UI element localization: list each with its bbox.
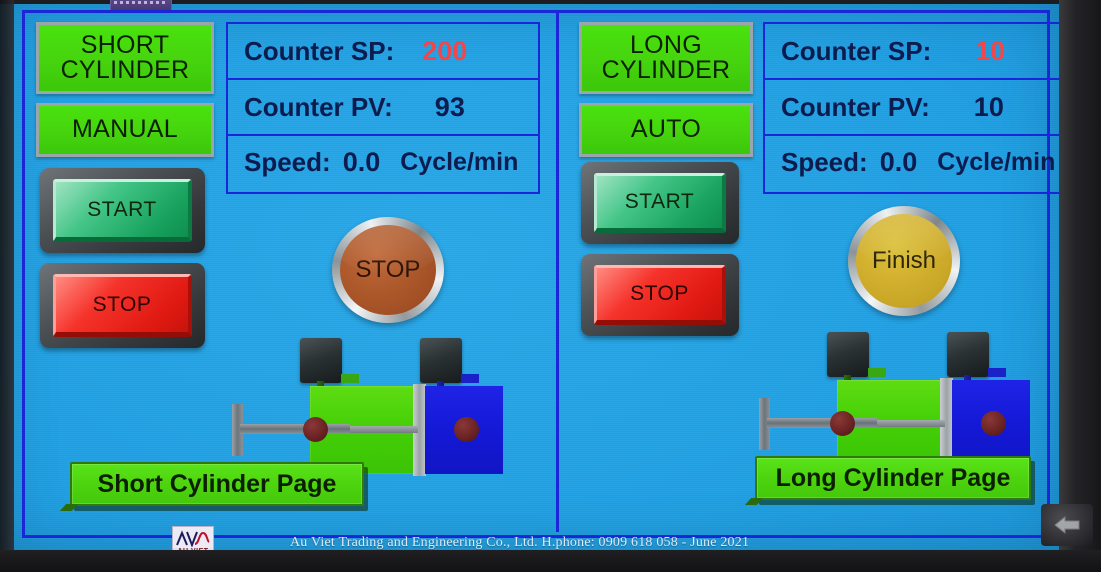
short-speed-label: Speed: — [244, 146, 331, 177]
short-status-lamp-label: STOP — [355, 256, 421, 283]
short-cylinder-page-button[interactable]: Short Cylinder Page — [70, 462, 364, 506]
long-cylinder-page-button[interactable]: Long Cylinder Page — [755, 456, 1031, 500]
short-cylinder-data-box: Counter SP: 200 Counter PV: 93 Speed: 0.… — [226, 22, 540, 194]
long-status-lamp-face: Finish — [856, 214, 952, 308]
long-stop-button-cap: STOP — [594, 265, 726, 325]
long-cylinder-data-box: Counter SP: 10 Counter PV: 10 Speed: 0.0… — [763, 22, 1067, 194]
long-cylinder-sensor-a-icon — [830, 411, 855, 436]
short-cylinder-mode-label: MANUAL — [72, 115, 178, 144]
short-counter-pv-label: Counter PV: — [244, 91, 393, 122]
long-cylinder-mode-label: AUTO — [630, 115, 702, 144]
bezel-right — [1059, 0, 1101, 572]
short-stop-button-cap: STOP — [53, 274, 192, 337]
short-speed-row: Speed: 0.0 Cycle/min — [228, 136, 538, 188]
short-counter-sp-value[interactable]: 200 — [422, 36, 467, 67]
short-cylinder-diagram — [222, 338, 503, 478]
long-cylinder-sensor-b-icon — [981, 411, 1006, 436]
hardware-back-button[interactable] — [1041, 504, 1093, 546]
bezel-bottom — [0, 550, 1101, 572]
short-cylinder-port-a-icon — [341, 374, 359, 383]
short-cylinder-mode-plate[interactable]: MANUAL — [36, 103, 214, 157]
long-speed-unit: Cycle/min — [937, 147, 1056, 176]
short-counter-pv-row: Counter PV: 93 — [228, 80, 538, 136]
short-counter-sp-row: Counter SP: 200 — [228, 24, 538, 80]
long-cylinder-rod — [767, 418, 877, 428]
long-speed-value: 0.0 — [879, 146, 918, 177]
short-cylinder-panel: SHORT CYLINDER MANUAL Counter SP: 200 Co… — [22, 10, 556, 532]
short-start-button[interactable]: START — [40, 168, 205, 253]
back-arrow-icon — [1054, 515, 1080, 535]
long-counter-sp-label: Counter SP: — [781, 35, 932, 66]
short-start-button-cap: START — [53, 179, 192, 242]
footer-credit: Au Viet Trading and Engineering Co., Ltd… — [290, 535, 750, 550]
short-stop-button[interactable]: STOP — [40, 263, 205, 348]
long-counter-pv-value: 10 — [973, 91, 1004, 122]
short-speed-unit: Cycle/min — [400, 147, 519, 176]
long-counter-sp-row: Counter SP: 10 — [765, 24, 1065, 80]
long-cylinder-port-a-icon — [868, 368, 886, 377]
short-cylinder-title-plate: SHORT CYLINDER — [36, 22, 214, 94]
long-start-button-label: START — [624, 190, 695, 213]
long-cylinder-rod-extension — [877, 420, 945, 427]
long-cylinder-diagram — [749, 332, 1030, 472]
bezel-left — [0, 0, 14, 572]
long-cylinder-port-b-icon — [988, 368, 1006, 377]
long-counter-sp-value[interactable]: 10 — [975, 36, 1005, 67]
long-stop-button-label: STOP — [630, 282, 689, 305]
long-cylinder-title-line2: CYLINDER — [601, 56, 731, 84]
long-cylinder-title-line1: LONG — [629, 30, 703, 59]
short-cylinder-valve-a-icon — [300, 338, 342, 383]
short-cylinder-sensor-a-icon — [303, 417, 328, 442]
long-speed-row: Speed: 0.0 Cycle/min — [765, 136, 1065, 188]
short-status-lamp: STOP — [332, 217, 444, 323]
short-counter-sp-label: Counter SP: — [244, 35, 395, 66]
short-counter-pv-value: 93 — [434, 91, 465, 122]
long-cylinder-valve-a-icon — [827, 332, 869, 377]
short-cylinder-title-line2: CYLINDER — [60, 56, 190, 84]
short-stop-button-label: STOP — [92, 292, 152, 316]
au-viet-logo-mark-icon — [173, 527, 213, 548]
long-speed-label: Speed: — [781, 146, 868, 177]
long-counter-pv-label: Counter PV: — [781, 91, 930, 122]
short-status-lamp-face: STOP — [340, 225, 436, 315]
long-counter-pv-row: Counter PV: 10 — [765, 80, 1065, 136]
long-cylinder-mode-plate[interactable]: AUTO — [579, 103, 753, 157]
long-status-lamp-label: Finish — [871, 247, 937, 274]
long-cylinder-page-button-label: Long Cylinder Page — [775, 463, 1011, 492]
short-start-button-label: START — [87, 197, 157, 221]
short-cylinder-valve-b-icon — [420, 338, 462, 383]
long-start-button-cap: START — [594, 173, 726, 233]
short-speed-value: 0.0 — [342, 146, 381, 177]
short-cylinder-rod — [240, 424, 350, 434]
long-stop-button[interactable]: STOP — [581, 254, 739, 336]
short-cylinder-port-b-icon — [461, 374, 479, 383]
short-cylinder-sensor-b-icon — [454, 417, 479, 442]
short-cylinder-rod-extension — [350, 426, 418, 433]
long-cylinder-panel: LONG CYLINDER AUTO Counter SP: 10 Counte… — [559, 10, 1067, 532]
short-cylinder-title-line1: SHORT — [80, 30, 170, 59]
long-start-button[interactable]: START — [581, 162, 739, 244]
hmi-panel: SHORT CYLINDER MANUAL Counter SP: 200 Co… — [0, 0, 1101, 572]
long-status-lamp: Finish — [848, 206, 960, 316]
short-cylinder-page-button-label: Short Cylinder Page — [97, 469, 337, 498]
long-cylinder-valve-b-icon — [947, 332, 989, 377]
long-cylinder-title-plate: LONG CYLINDER — [579, 22, 753, 94]
